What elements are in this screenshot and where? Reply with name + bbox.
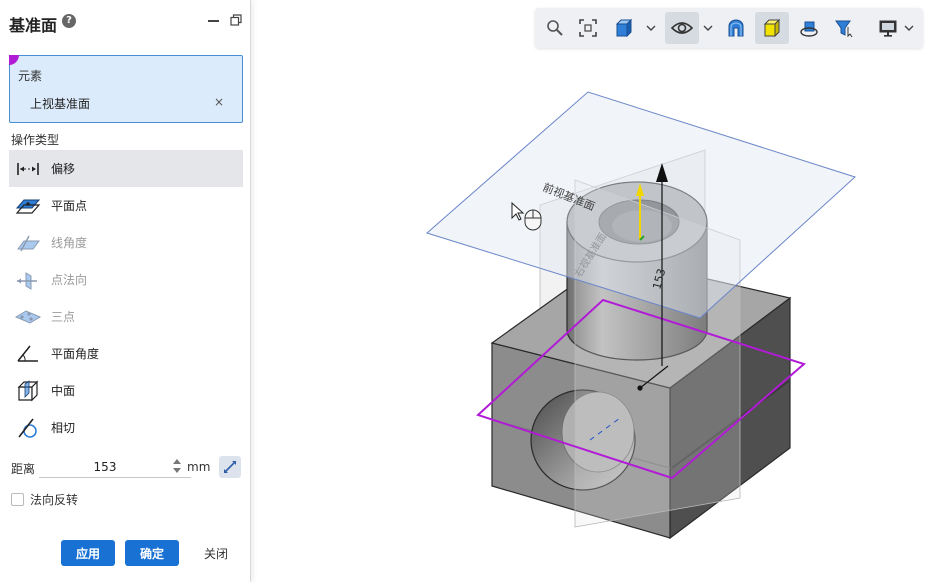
app-root: 右视基准面 前视基准面 153 基准面 ? 元素 上视基准面 × 操作类型 偏移… [0, 0, 931, 582]
display-settings-icon [879, 20, 897, 37]
visibility-icon [671, 22, 693, 34]
op-type-label: 偏移 [51, 162, 76, 176]
op-type-label: 中面 [51, 384, 76, 398]
fit-view-button[interactable] [573, 12, 603, 44]
fit-view-icon [579, 19, 597, 37]
plane-angle-icon [15, 343, 41, 365]
pick-distance-button[interactable] [219, 456, 241, 478]
op-type-plane-point[interactable]: 平面点 [9, 187, 243, 224]
line-angle-icon [15, 232, 41, 254]
remove-element-button[interactable]: × [214, 95, 224, 109]
point-normal-icon [15, 269, 41, 291]
op-type-label: 三点 [51, 310, 76, 324]
op-type-label: 平面点 [51, 199, 88, 213]
op-type-offset[interactable]: 偏移 [9, 150, 243, 187]
op-type-mid-plane[interactable]: 中面 [9, 372, 243, 409]
flip-normal-checkbox[interactable] [11, 492, 24, 506]
rotate-view-button[interactable] [794, 12, 824, 44]
minimize-icon[interactable] [208, 20, 219, 22]
view-cube-icon [615, 18, 633, 38]
distance-input[interactable] [39, 456, 191, 478]
chevron-down-icon [646, 25, 656, 31]
selection-color-marker [9, 55, 19, 65]
rotate-view-icon [800, 21, 818, 37]
display-settings-button[interactable] [873, 12, 903, 44]
op-type-label: 点法向 [51, 273, 88, 287]
zoom-button[interactable] [540, 12, 570, 44]
mid-plane-icon [15, 379, 41, 402]
plane-point-icon [15, 195, 41, 217]
op-type-plane-angle[interactable]: 平面角度 [9, 335, 243, 372]
distance-label: 距离 [11, 462, 36, 476]
view-toolbar [535, 8, 923, 48]
display-style-button[interactable] [755, 12, 789, 44]
operation-type-list: 偏移 平面点 线角度 点法向 三点 平面角度 中面 相切 [9, 150, 243, 446]
chevron-down-icon [904, 25, 914, 31]
ok-button[interactable]: 确定 [125, 540, 179, 566]
selected-element-item[interactable]: 上视基准面 [30, 95, 90, 112]
dimension-anchor[interactable] [637, 385, 643, 391]
offset-icon [15, 158, 41, 180]
apply-button[interactable]: 应用 [61, 540, 115, 566]
panel-header: 基准面 ? [0, 0, 251, 44]
operation-type-label: 操作类型 [11, 133, 60, 147]
op-type-label: 线角度 [51, 236, 88, 250]
op-type-line-angle[interactable]: 线角度 [9, 224, 243, 261]
visibility-dropdown[interactable] [702, 12, 714, 44]
distance-unit: mm [187, 460, 211, 474]
zoom-icon [547, 20, 563, 36]
display-style-icon [763, 18, 781, 38]
tangent-icon [15, 417, 41, 439]
panel-title: 基准面 [9, 16, 58, 35]
op-type-tangent[interactable]: 相切 [9, 409, 243, 446]
visibility-button[interactable] [665, 12, 699, 44]
pick-icon [224, 461, 236, 473]
chevron-down-icon [703, 25, 713, 31]
section-view-icon [728, 19, 744, 37]
view-cube-dropdown[interactable] [645, 12, 657, 44]
op-type-three-point[interactable]: 三点 [9, 298, 243, 335]
op-type-point-normal[interactable]: 点法向 [9, 261, 243, 298]
section-view-button[interactable] [721, 12, 751, 44]
distance-stepper[interactable] [171, 456, 183, 476]
flip-normal-row[interactable]: 法向反转 [11, 490, 78, 508]
display-settings-dropdown[interactable] [903, 12, 915, 44]
selection-filter-icon [835, 20, 853, 38]
restore-icon[interactable] [230, 14, 242, 26]
op-type-label: 相切 [51, 421, 76, 435]
view-cube-button[interactable] [609, 12, 639, 44]
element-selection-box[interactable]: 元素 上视基准面 × [9, 55, 243, 123]
element-label: 元素 [18, 69, 43, 83]
datum-plane-panel: 基准面 ? 元素 上视基准面 × 操作类型 偏移 平面点 线角度 点法向 三点 … [0, 0, 251, 582]
flip-normal-label: 法向反转 [30, 492, 79, 507]
op-type-label: 平面角度 [51, 347, 100, 361]
close-button[interactable]: 关闭 [192, 540, 240, 566]
distance-row: 距离 mm [9, 454, 249, 480]
selection-filter-button[interactable] [829, 12, 859, 44]
help-icon[interactable]: ? [62, 14, 76, 28]
three-point-icon [15, 306, 41, 328]
